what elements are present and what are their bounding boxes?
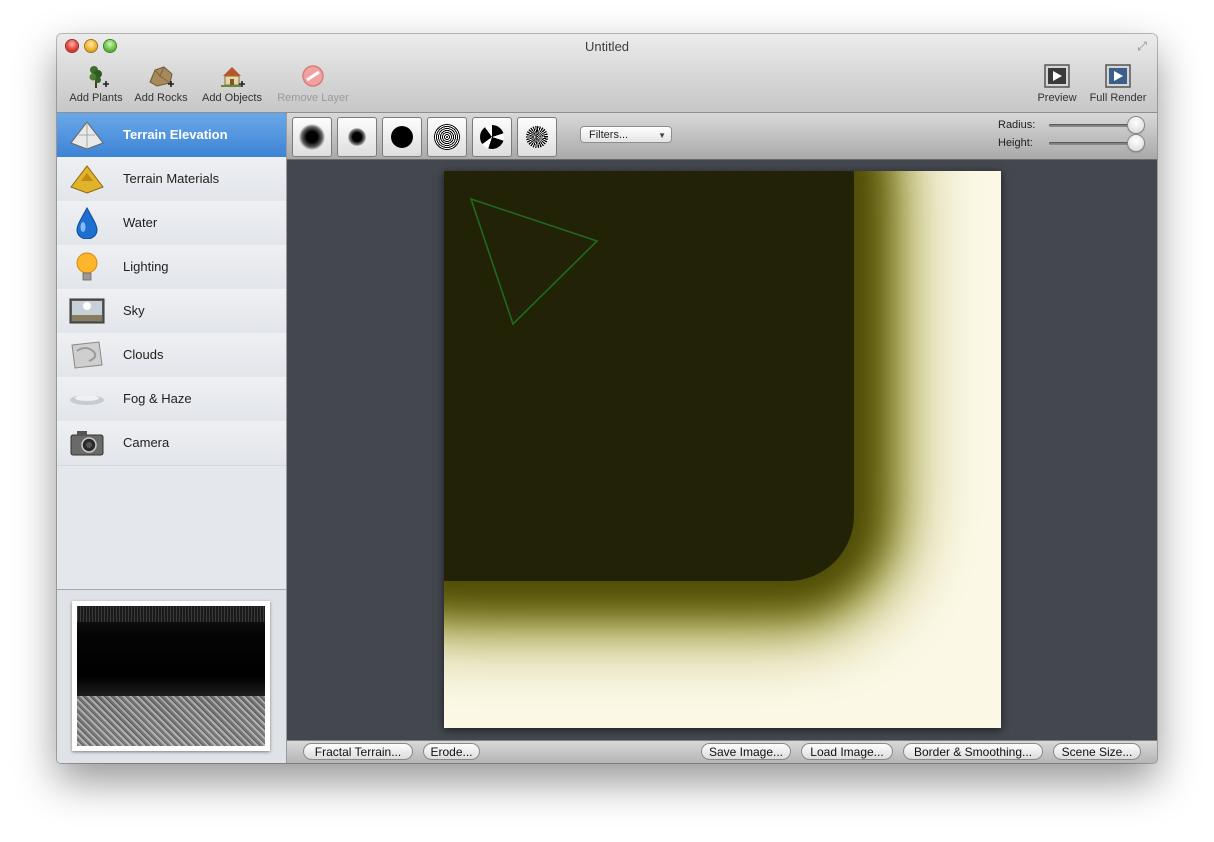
clouds-icon <box>71 341 103 369</box>
add-plants-label: Add Plants <box>69 92 123 104</box>
filters-dropdown[interactable]: Filters... ▼ <box>580 126 672 143</box>
brush-preview-icon <box>299 124 325 150</box>
radius-slider[interactable] <box>1049 124 1137 127</box>
sidebar-item-lighting[interactable]: Lighting <box>57 245 286 290</box>
render-preview-panel <box>57 589 286 763</box>
dropdown-arrow-icon: ▼ <box>658 131 666 140</box>
plant-add-icon <box>89 66 109 88</box>
full-render-label: Full Render <box>1089 92 1147 104</box>
water-drop-icon <box>76 207 98 239</box>
remove-layer-button[interactable]: Remove Layer <box>274 62 352 104</box>
noise-brush[interactable] <box>427 117 467 157</box>
add-objects-label: Add Objects <box>202 92 262 104</box>
thumbnail-ground <box>77 696 265 746</box>
preview-button[interactable]: Preview <box>1035 62 1079 104</box>
fractal-terrain-button[interactable]: Fractal Terrain... <box>303 743 413 760</box>
add-objects-button[interactable]: Add Objects <box>199 62 265 104</box>
render-icon <box>1105 64 1131 88</box>
brush-preview-icon <box>391 126 413 148</box>
camera-icon <box>70 431 104 456</box>
preview-label: Preview <box>1037 92 1077 104</box>
soft-round-large-brush[interactable] <box>292 117 332 157</box>
app-window: Untitled ⤢ Add Plants Add Rocks Add Obje… <box>57 34 1157 763</box>
radius-label: Radius: <box>998 119 1036 131</box>
window-title: Untitled <box>584 39 630 54</box>
remove-icon <box>302 65 324 87</box>
filters-label: Filters... <box>589 129 629 141</box>
sidebar-item-label: Terrain Materials <box>123 171 220 186</box>
house-add-icon <box>221 67 245 87</box>
brush-preview-icon <box>348 128 366 146</box>
radius-slider-knob[interactable] <box>1128 117 1144 133</box>
render-thumbnail <box>77 606 265 746</box>
sidebar-item-terrain-materials[interactable]: Terrain Materials <box>57 157 286 202</box>
sidebar-item-label: Lighting <box>123 259 169 274</box>
sidebar-item-label: Clouds <box>123 347 164 362</box>
height-slider[interactable] <box>1049 142 1137 145</box>
sidebar-item-label: Water <box>123 215 158 230</box>
height-label: Height: <box>998 137 1033 149</box>
terrain-materials-icon <box>70 165 104 194</box>
title-toolbar: Untitled ⤢ Add Plants Add Rocks Add Obje… <box>57 34 1157 113</box>
load-image-button[interactable]: Load Image... <box>801 743 893 760</box>
sidebar-item-fog-haze[interactable]: Fog & Haze <box>57 377 286 422</box>
brush-toolbar: Filters... ▼ Radius: Height: <box>287 113 1157 160</box>
sidebar-item-clouds[interactable]: Clouds <box>57 333 286 378</box>
sidebar-item-camera[interactable]: Camera <box>57 421 286 466</box>
sidebar-item-label: Camera <box>123 435 170 450</box>
full-render-button[interactable]: Full Render <box>1085 62 1151 104</box>
play-preview-icon <box>1044 64 1070 88</box>
rock-add-icon <box>149 66 174 87</box>
sky-icon <box>69 298 105 324</box>
light-bulb-icon <box>76 252 98 281</box>
hard-round-brush[interactable] <box>382 117 422 157</box>
remove-layer-label: Remove Layer <box>277 92 349 104</box>
terrain-elevation-icon <box>70 121 104 150</box>
terrain-heightmap-canvas[interactable] <box>444 171 1001 728</box>
brush-preview-icon <box>480 125 504 149</box>
sidebar: Terrain Elevation Terrain Materials Wate… <box>57 113 287 763</box>
sidebar-item-terrain-elevation[interactable]: Terrain Elevation <box>57 113 286 158</box>
bottom-actions-bar: Fractal Terrain... Erode... Save Image..… <box>287 740 1157 763</box>
sidebar-item-label: Sky <box>123 303 145 318</box>
sidebar-item-label: Terrain Elevation <box>123 127 228 142</box>
brush-preview-icon <box>526 126 548 148</box>
erode-button[interactable]: Erode... <box>423 743 480 760</box>
fog-icon <box>70 395 104 405</box>
swirl-brush[interactable] <box>472 117 512 157</box>
sidebar-item-label: Fog & Haze <box>123 391 192 406</box>
sidebar-item-sky[interactable]: Sky <box>57 289 286 334</box>
add-rocks-button[interactable]: Add Rocks <box>131 62 191 104</box>
add-plants-button[interactable]: Add Plants <box>66 62 126 104</box>
brush-preview-icon <box>434 124 460 150</box>
terrain-editor: Filters... ▼ Radius: Height: Fractal Ter… <box>287 113 1157 763</box>
camera-view-marker[interactable] <box>444 171 1001 728</box>
thumbnail-sky <box>77 606 265 622</box>
splatter-brush[interactable] <box>517 117 557 157</box>
scene-size-button[interactable]: Scene Size... <box>1053 743 1141 760</box>
border-smoothing-button[interactable]: Border & Smoothing... <box>903 743 1043 760</box>
save-image-button[interactable]: Save Image... <box>701 743 791 760</box>
soft-round-small-brush[interactable] <box>337 117 377 157</box>
render-thumbnail-frame[interactable] <box>72 601 270 751</box>
fullscreen-arrows-icon[interactable]: ⤢ <box>1135 39 1149 53</box>
sidebar-item-water[interactable]: Water <box>57 201 286 246</box>
height-slider-knob[interactable] <box>1128 135 1144 151</box>
add-rocks-label: Add Rocks <box>134 92 188 104</box>
